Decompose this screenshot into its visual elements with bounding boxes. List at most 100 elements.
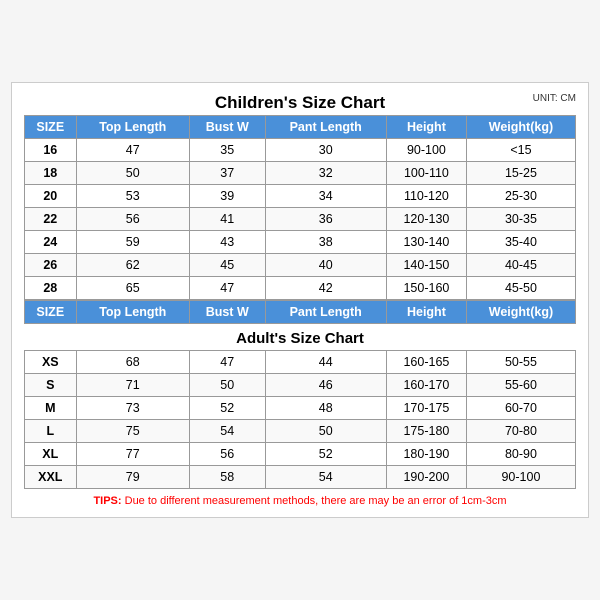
table-cell: 18 [25, 162, 77, 185]
table-cell: 110-120 [386, 185, 466, 208]
table-cell: 180-190 [386, 443, 466, 466]
table-cell: 42 [265, 277, 386, 300]
tips-text: Due to different measurement methods, th… [122, 495, 507, 507]
table-cell: 70-80 [466, 420, 575, 443]
table-cell: 54 [265, 466, 386, 489]
table-cell: 120-130 [386, 208, 466, 231]
table-cell: 45-50 [466, 277, 575, 300]
table-cell: 47 [189, 351, 265, 374]
table-cell: 130-140 [386, 231, 466, 254]
table-cell: 15-25 [466, 162, 575, 185]
table-cell: <15 [466, 139, 575, 162]
table-row: M735248170-17560-70 [25, 397, 576, 420]
table-cell: 56 [189, 443, 265, 466]
table-row: L755450175-18070-80 [25, 420, 576, 443]
table-cell: 52 [265, 443, 386, 466]
children-table: SIZETop LengthBust WPant LengthHeightWei… [24, 115, 576, 300]
table-cell: 100-110 [386, 162, 466, 185]
children-header-row: SIZETop LengthBust WPant LengthHeightWei… [25, 116, 576, 139]
table-cell: 50 [76, 162, 189, 185]
table-cell: 71 [76, 374, 189, 397]
table-cell: S [25, 374, 77, 397]
table-row: 1647353090-100<15 [25, 139, 576, 162]
children-title: Children's Size Chart [215, 93, 385, 112]
table-cell: 160-165 [386, 351, 466, 374]
table-cell: 50 [189, 374, 265, 397]
adult-body: XS684744160-16550-55S715046160-17055-60M… [25, 351, 576, 489]
table-cell: 35 [189, 139, 265, 162]
table-cell: 46 [265, 374, 386, 397]
children-header-cell: SIZE [25, 116, 77, 139]
table-row: 26624540140-15040-45 [25, 254, 576, 277]
tips-label: TIPS: [93, 495, 121, 507]
table-cell: 26 [25, 254, 77, 277]
table-cell: 52 [189, 397, 265, 420]
table-cell: 22 [25, 208, 77, 231]
table-cell: 59 [76, 231, 189, 254]
table-cell: 73 [76, 397, 189, 420]
adult-header-cell: Height [386, 301, 466, 324]
table-cell: 47 [76, 139, 189, 162]
table-cell: 38 [265, 231, 386, 254]
table-cell: 175-180 [386, 420, 466, 443]
children-header-cell: Height [386, 116, 466, 139]
table-cell: 16 [25, 139, 77, 162]
table-cell: XXL [25, 466, 77, 489]
adult-header-cell: Bust W [189, 301, 265, 324]
table-cell: 32 [265, 162, 386, 185]
adult-header-cell: Pant Length [265, 301, 386, 324]
children-header-cell: Pant Length [265, 116, 386, 139]
adult-header-cell: Weight(kg) [466, 301, 575, 324]
table-cell: 34 [265, 185, 386, 208]
table-cell: 40 [265, 254, 386, 277]
table-row: 28654742150-16045-50 [25, 277, 576, 300]
table-cell: 150-160 [386, 277, 466, 300]
table-cell: 90-100 [466, 466, 575, 489]
adults-section-header: Adult's Size Chart [25, 324, 576, 351]
table-cell: 190-200 [386, 466, 466, 489]
table-row: 24594338130-14035-40 [25, 231, 576, 254]
children-header-cell: Weight(kg) [466, 116, 575, 139]
table-cell: 56 [76, 208, 189, 231]
table-cell: 40-45 [466, 254, 575, 277]
table-cell: XL [25, 443, 77, 466]
adults-table: Adult's Size Chart SIZETop LengthBust WP… [24, 300, 576, 489]
table-cell: 58 [189, 466, 265, 489]
table-cell: 30-35 [466, 208, 575, 231]
table-cell: 41 [189, 208, 265, 231]
main-title: Children's Size Chart UNIT: CM [24, 93, 576, 113]
table-row: 18503732100-11015-25 [25, 162, 576, 185]
table-cell: XS [25, 351, 77, 374]
table-cell: 65 [76, 277, 189, 300]
table-cell: 47 [189, 277, 265, 300]
children-header-cell: Top Length [76, 116, 189, 139]
table-row: S715046160-17055-60 [25, 374, 576, 397]
table-cell: 54 [189, 420, 265, 443]
table-cell: 43 [189, 231, 265, 254]
table-cell: 20 [25, 185, 77, 208]
table-cell: 39 [189, 185, 265, 208]
table-row: XL775652180-19080-90 [25, 443, 576, 466]
table-cell: 35-40 [466, 231, 575, 254]
adult-header-row: SIZETop LengthBust WPant LengthHeightWei… [25, 301, 576, 324]
table-cell: 50 [265, 420, 386, 443]
table-cell: 68 [76, 351, 189, 374]
table-cell: 60-70 [466, 397, 575, 420]
tips-row: TIPS: Due to different measurement metho… [24, 495, 576, 507]
table-cell: 45 [189, 254, 265, 277]
adults-title: Adult's Size Chart [25, 324, 576, 351]
table-cell: 28 [25, 277, 77, 300]
table-cell: 79 [76, 466, 189, 489]
table-cell: 55-60 [466, 374, 575, 397]
table-cell: 90-100 [386, 139, 466, 162]
table-cell: 62 [76, 254, 189, 277]
adult-header-cell: Top Length [76, 301, 189, 324]
table-cell: 53 [76, 185, 189, 208]
table-cell: 80-90 [466, 443, 575, 466]
unit-label: UNIT: CM [533, 93, 576, 104]
children-header-cell: Bust W [189, 116, 265, 139]
adult-header-cell: SIZE [25, 301, 77, 324]
table-row: 22564136120-13030-35 [25, 208, 576, 231]
table-row: XS684744160-16550-55 [25, 351, 576, 374]
table-cell: 25-30 [466, 185, 575, 208]
